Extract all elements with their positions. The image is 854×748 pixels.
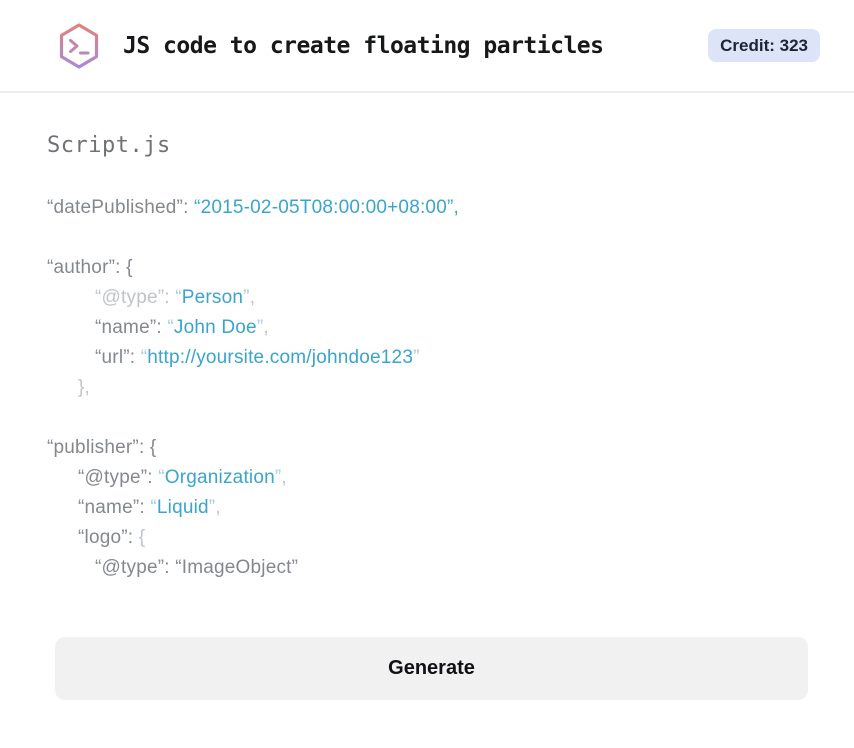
code-segment: “@type”:	[78, 467, 159, 488]
code-segment: John Doe	[173, 317, 257, 338]
code-segment: “author”: {	[47, 257, 133, 278]
code-line: “name”: “Liquid”,	[47, 493, 807, 523]
code-segment: Organization	[164, 467, 275, 488]
code-segment: ,	[281, 467, 287, 488]
terminal-hexagon-icon	[59, 22, 99, 69]
editor-panel: Script.js “datePublished”: “2015-02-05T0…	[0, 93, 854, 583]
code-segment: “@type”:	[95, 287, 176, 308]
code-segment: Liquid	[156, 497, 209, 518]
filename-heading: Script.js	[47, 133, 171, 158]
code-line: },	[47, 373, 807, 403]
code-line: “@type”: “ImageObject”	[47, 553, 807, 583]
code-line: “author”: {	[47, 253, 807, 283]
code-segment: “url”:	[95, 347, 141, 368]
code-segment: ”	[413, 347, 420, 368]
code-line: “publisher”: {	[47, 433, 807, 463]
code-segment: “name”:	[95, 317, 168, 338]
code-segment: Person	[181, 287, 244, 308]
code-line: “name”: “John Doe”,	[47, 313, 807, 343]
code-block: “datePublished”: “2015-02-05T08:00:00+08…	[47, 193, 807, 583]
code-line: “datePublished”: “2015-02-05T08:00:00+08…	[47, 193, 807, 223]
code-segment: ,	[263, 317, 269, 338]
footer: Generate	[0, 583, 854, 700]
code-segment: “publisher”: {	[47, 437, 157, 458]
app-header: JS code to create floating particles Cre…	[0, 0, 854, 93]
code-segment: “2015-02-05T08:00:00+08:00”,	[194, 197, 459, 218]
code-line: “logo”: {	[47, 523, 807, 553]
code-segment: “name”:	[78, 497, 151, 518]
code-segment: ,	[249, 287, 256, 308]
code-segment: ,	[215, 497, 221, 518]
code-segment: “logo”:	[78, 527, 139, 548]
page-title: JS code to create floating particles	[123, 32, 604, 59]
code-segment: http://yoursite.com/johndoe123	[147, 347, 414, 368]
code-line: “@type”: “Person”,	[47, 283, 807, 313]
credit-badge: Credit: 323	[708, 29, 820, 62]
code-line: “@type”: “Organization”,	[47, 463, 807, 493]
code-line: “url”: “http://yoursite.com/johndoe123”	[47, 343, 807, 373]
code-segment: “datePublished”:	[47, 197, 195, 218]
generate-button[interactable]: Generate	[55, 637, 808, 700]
code-segment: },	[78, 377, 91, 398]
code-segment: {	[138, 527, 146, 548]
code-segment: “@type”: “ImageObject”	[95, 557, 299, 578]
